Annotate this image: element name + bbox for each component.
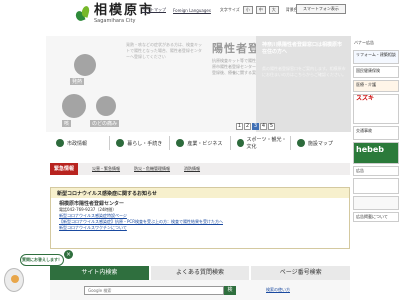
slider-page[interactable]: 1 <box>236 123 243 130</box>
ad-banner[interactable]: スズキ <box>353 94 399 124</box>
hero-illustration: 発熱 咳 のどの痛み <box>50 40 120 128</box>
nav-item-sports[interactable]: スポーツ・観光・文化 <box>231 136 291 150</box>
ad-banner[interactable]: hebeb <box>353 142 399 164</box>
map-icon <box>296 139 305 147</box>
main-nav: 市政情報 暮らし・手続き 産業・ビジネス スポーツ・観光・文化 施設マップ <box>50 136 350 150</box>
banner-ads: バナー広告 リフォーム・建築相談 国民健康保険 医療・介護 スズキ 交通事故 h… <box>352 38 400 300</box>
ads-title: バナー広告 <box>354 40 374 45</box>
search-help-link[interactable]: 検索の使い方 <box>266 287 290 293</box>
font-small-button[interactable]: 小 <box>242 6 253 14</box>
slider-page[interactable]: 5 <box>268 123 275 130</box>
close-icon[interactable]: × <box>64 250 73 259</box>
ad-banner[interactable]: 国民健康保険 <box>353 66 399 78</box>
nav-item-map[interactable]: 施設マップ <box>291 136 350 150</box>
covid-notice: 新型コロナウイルス感染症に関するお知らせ 相模原市陽性者登録センター 電話042… <box>50 187 350 249</box>
nav-item-business[interactable]: 産業・ビジネス <box>170 136 231 150</box>
font-large-button[interactable]: 大 <box>268 6 279 14</box>
ad-banner[interactable]: 広告 <box>353 166 399 176</box>
tab-faq-search[interactable]: よくある質問検索 <box>150 266 250 280</box>
ad-banner[interactable] <box>353 178 399 194</box>
hero-caption: のどの痛み <box>90 120 120 127</box>
font-size-label: 文字サイズ <box>219 7 240 12</box>
hero-caption: 発熱 <box>70 78 85 85</box>
ad-banner[interactable]: 医療・介護 <box>353 80 399 92</box>
chatbot-bubble[interactable]: 質問にお答えします！ <box>20 254 64 266</box>
nav-item-city-info[interactable]: 市政情報 <box>50 136 111 150</box>
notice-heading: 新型コロナウイルス感染症に関するお知らせ <box>51 188 349 198</box>
leaf-logo-icon <box>74 5 91 23</box>
cough-icon <box>62 94 86 118</box>
hero-side-title: 神奈川県陽性者登録窓口は相模原市在住の方へ <box>262 42 343 55</box>
home-icon <box>116 139 125 147</box>
building-icon <box>176 139 185 147</box>
slider-page[interactable]: 2 <box>244 123 251 130</box>
logo-english: Sagamihara City <box>94 18 136 24</box>
search-input[interactable]: Google 検索 <box>84 286 224 295</box>
chatbot-widget: 質問にお答えします！ × <box>0 250 73 298</box>
slider-page-active[interactable]: 3 <box>252 123 259 130</box>
fire-info-link[interactable]: 消防情報 <box>184 166 200 172</box>
sore-throat-icon <box>96 96 116 116</box>
emergency-bar: 緊急情報 災害・緊急情報 防災・危機管理情報 消防情報 <box>50 163 350 175</box>
hero-left-text: 発熱・咳などの症状がある方は、検査キットで陽性となった場合、陽性者登録センターへ… <box>126 42 202 59</box>
sports-icon <box>236 139 244 147</box>
smartphone-view-button[interactable]: スマートフォン表示 <box>296 4 346 14</box>
hero-caption: 咳 <box>62 120 72 127</box>
disaster-link[interactable]: 災害・緊急情報 <box>92 166 120 172</box>
crisis-management-link[interactable]: 防災・危機管理情報 <box>134 166 170 172</box>
search-button[interactable]: 検 <box>224 286 236 295</box>
ad-info-link[interactable]: 広告掲載について <box>353 212 399 222</box>
ad-banner[interactable] <box>353 196 399 210</box>
hero-side-body: 県の陽性者登録窓口をご案内します。相模原市にお住まいの方はこちらからご確認くださ… <box>262 66 346 77</box>
ad-banner[interactable]: 交通事故 <box>353 126 399 140</box>
search-panel: Google 検索 検 検索の使い方 <box>50 280 350 300</box>
search-tabs: サイト内検索 よくある質問検索 ページ番号検索 <box>50 266 351 280</box>
font-medium-button[interactable]: 中 <box>255 6 266 14</box>
page: 相模原市 Sagamihara City サイトマップ Foreign Lang… <box>0 0 400 300</box>
site-header: 相模原市 Sagamihara City サイトマップ Foreign Lang… <box>0 0 400 38</box>
fever-icon <box>74 54 96 76</box>
ad-banner[interactable]: リフォーム・建築相談 <box>353 50 399 64</box>
hero-side-panel[interactable]: 神奈川県陽性者登録窓口は相模原市在住の方へ 県の陽性者登録窓口をご案内します。相… <box>256 36 351 132</box>
foreign-languages-link[interactable]: Foreign Languages <box>171 7 213 14</box>
emergency-label: 緊急情報 <box>50 163 79 175</box>
sitemap-link[interactable]: サイトマップ <box>140 6 168 14</box>
slider-pagination: 1 2 3 4 5 <box>236 123 275 130</box>
vaccine-link[interactable]: 新型コロナウイルスワクチンについて <box>59 225 341 231</box>
city-hall-icon <box>56 139 64 147</box>
slider-page[interactable]: 4 <box>260 123 267 130</box>
tab-page-number-search[interactable]: ページ番号検索 <box>251 266 351 280</box>
nav-item-living[interactable]: 暮らし・手続き <box>110 136 171 150</box>
chatbot-avatar-icon[interactable] <box>4 268 24 292</box>
